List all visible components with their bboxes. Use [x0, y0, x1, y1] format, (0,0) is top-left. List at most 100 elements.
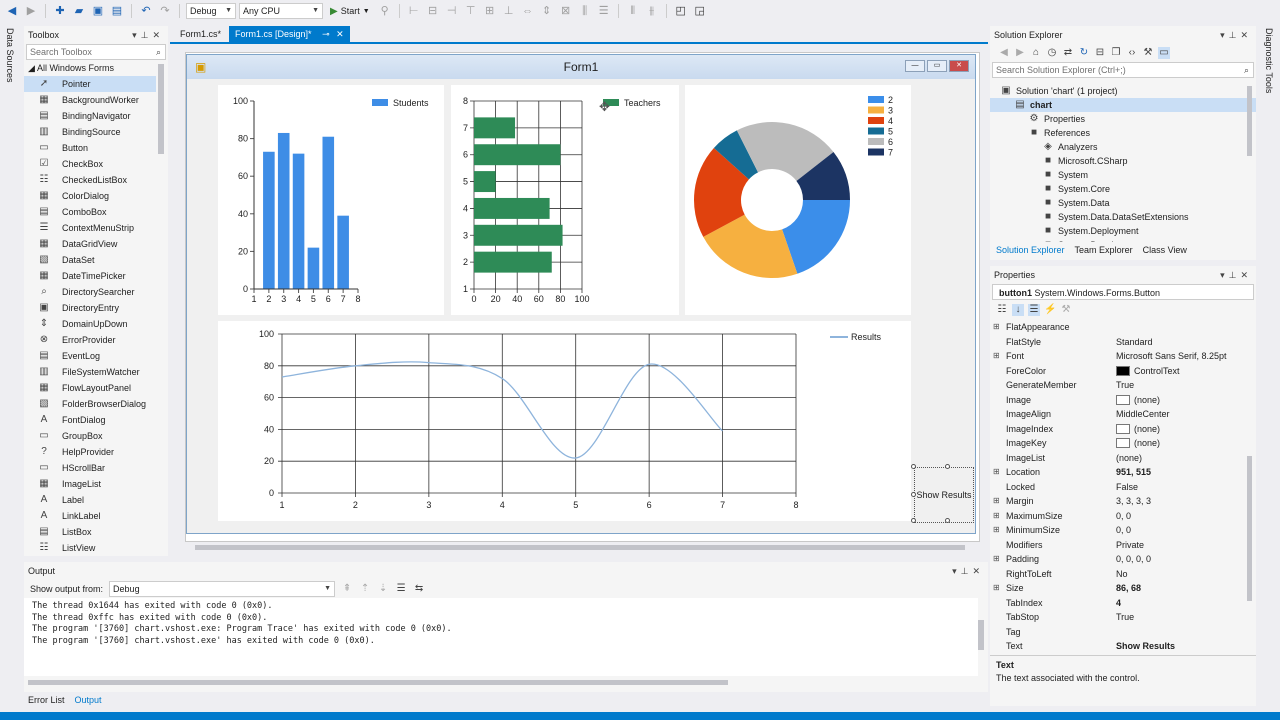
close-icon[interactable]: ✕ [949, 60, 969, 72]
tree-item[interactable]: ■ References [990, 126, 1256, 140]
make-same-size-icon[interactable]: ⊠ [558, 3, 574, 19]
form1-window[interactable]: ▣ Form1 — ▭ ✕ 0 20 40 60 80 100 1 2 3 4 5 6 7 8 Studen… [186, 54, 976, 534]
close-icon[interactable]: ✕ [972, 566, 984, 576]
results-chart[interactable]: 1 2 3 4 5 6 7 8 0 20 40 60 80 100 Results [218, 321, 911, 521]
resize-handle[interactable] [945, 518, 950, 523]
solution-search-input[interactable]: Search Solution Explorer (Ctrl+;) ⌕ [992, 62, 1254, 78]
center-horizontally-icon[interactable]: ⫴ [625, 3, 641, 19]
align-tops-icon[interactable]: ⊤ [463, 3, 479, 19]
property-row[interactable]: Tag [990, 625, 1256, 640]
toolbox-item[interactable]: ▤ ComboBox [24, 204, 156, 220]
property-value[interactable]: (none) [1116, 393, 1256, 408]
toolbox-item[interactable]: ▧ DataSet [24, 252, 156, 268]
tab-output[interactable]: Output [75, 695, 102, 705]
toolbox-item[interactable]: ▧ FolderBrowserDialog [24, 396, 156, 412]
toolbox-item[interactable]: A Label [24, 492, 156, 508]
solution-scrollbar[interactable] [1247, 86, 1252, 156]
property-value[interactable] [1116, 320, 1256, 335]
property-row[interactable]: ImageKey (none) [990, 436, 1256, 451]
properties-scrollbar[interactable] [1247, 456, 1252, 601]
pin-icon[interactable]: ⊸ [322, 29, 330, 39]
property-value[interactable]: 4 [1116, 596, 1256, 611]
toolbox-item[interactable]: A FontDialog [24, 412, 156, 428]
expand-icon[interactable]: ⊞ [993, 581, 1000, 596]
property-row[interactable]: FlatStyle Standard [990, 335, 1256, 350]
property-value[interactable]: MiddleCenter [1116, 407, 1256, 422]
property-pages-icon[interactable]: ⚒ [1060, 304, 1072, 316]
toolbox-item[interactable]: ▦ ColorDialog [24, 188, 156, 204]
pin-icon[interactable]: ⊥ [141, 30, 153, 40]
property-row[interactable]: Modifiers Private [990, 538, 1256, 553]
align-middles-icon[interactable]: ⊞ [482, 3, 498, 19]
back-icon[interactable]: ◀ [4, 3, 20, 19]
refresh-icon[interactable]: ↻ [1078, 47, 1090, 59]
toolbox-group-header[interactable]: ◢ All Windows Forms [24, 60, 168, 76]
toolbox-item[interactable]: ☑ CheckBox [24, 156, 156, 172]
toolbox-item[interactable]: ▤ BindingNavigator [24, 108, 156, 124]
property-row[interactable]: TabStop True [990, 610, 1256, 625]
open-folder-icon[interactable]: ▰ [71, 3, 87, 19]
property-row[interactable]: ⊞ MaximumSize 0, 0 [990, 509, 1256, 524]
property-row[interactable]: ⊞ MinimumSize 0, 0 [990, 523, 1256, 538]
property-value[interactable]: Private [1116, 538, 1256, 553]
resize-handle[interactable] [911, 464, 916, 469]
close-icon[interactable]: ✕ [336, 29, 344, 39]
maximize-icon[interactable]: ▭ [927, 60, 947, 72]
property-row[interactable]: ImageIndex (none) [990, 422, 1256, 437]
attach-icon[interactable]: ⚲ [377, 3, 393, 19]
property-value[interactable]: Standard [1116, 335, 1256, 350]
object-selector[interactable]: button1 System.Windows.Forms.Button [992, 284, 1254, 300]
output-vscrollbar[interactable] [978, 620, 984, 650]
tab-class-view[interactable]: Class View [1143, 242, 1187, 258]
property-value[interactable]: 0, 0 [1116, 523, 1256, 538]
forward-icon[interactable]: ▶ [23, 3, 39, 19]
tree-item[interactable]: ⚙ Properties [990, 112, 1256, 126]
property-value[interactable]: 3, 3, 3, 3 [1116, 494, 1256, 509]
property-row[interactable]: Image (none) [990, 393, 1256, 408]
property-value[interactable] [1116, 625, 1256, 640]
clear-all-icon[interactable]: ☰ [395, 583, 407, 595]
make-same-height-icon[interactable]: ⇕ [539, 3, 555, 19]
tree-item[interactable]: ■ System.Data [990, 196, 1256, 210]
property-value[interactable]: False [1116, 480, 1256, 495]
output-source-dropdown[interactable]: Debug ▼ [109, 581, 336, 597]
property-row[interactable]: ⊞ FlatAppearance [990, 320, 1256, 335]
property-row[interactable]: Text Show Results [990, 639, 1256, 654]
expand-icon[interactable]: ⊞ [993, 465, 1000, 480]
alphabetical-icon[interactable]: ↓ [1012, 304, 1024, 316]
tree-item[interactable]: ■ System.Core [990, 182, 1256, 196]
forward-icon[interactable]: ▶ [1014, 47, 1026, 59]
property-value[interactable]: 86, 68 [1116, 581, 1256, 596]
dropdown-icon[interactable]: ▾ [1220, 270, 1229, 280]
tree-item[interactable]: ■ System [990, 168, 1256, 182]
resize-handle[interactable] [945, 464, 950, 469]
output-log[interactable]: The thread 0x1644 has exited with code 0… [24, 598, 978, 676]
close-icon[interactable]: ✕ [1240, 30, 1252, 40]
expand-icon[interactable]: ⊞ [993, 349, 1000, 364]
pin-icon[interactable]: ⊥ [1229, 270, 1241, 280]
toolbox-item[interactable]: ⇕ DomainUpDown [24, 316, 156, 332]
search-icon[interactable]: ⌕ [1244, 63, 1249, 77]
solution-platform-dropdown[interactable]: Any CPU ▼ [239, 3, 323, 19]
close-icon[interactable]: ✕ [152, 30, 164, 40]
align-bottoms-icon[interactable]: ⊥ [501, 3, 517, 19]
teachers-chart[interactable]: 0 20 40 60 80 100 1 2 3 4 5 6 7 8 Teachers ✥ [451, 85, 679, 315]
view-code-icon[interactable]: ‹› [1126, 47, 1138, 59]
align-lefts-icon[interactable]: ⊢ [406, 3, 422, 19]
back-icon[interactable]: ◀ [998, 47, 1010, 59]
toolbox-item[interactable]: ➚ Pointer [24, 76, 156, 92]
tab-form1-design[interactable]: Form1.cs [Design]* ⊸ ✕ [229, 26, 350, 42]
toolbox-item[interactable]: ▥ BindingSource [24, 124, 156, 140]
toolbox-item[interactable]: ▤ ListBox [24, 524, 156, 540]
horizontal-spacing-icon[interactable]: ⫼ [577, 3, 593, 19]
toolbox-item[interactable]: ▣ DirectoryEntry [24, 300, 156, 316]
tree-item[interactable]: ■ System.Data.DataSetExtensions [990, 210, 1256, 224]
tree-item[interactable]: ▤ chart [990, 98, 1256, 112]
toolbox-item[interactable]: ▦ DataGridView [24, 236, 156, 252]
tab-error-list[interactable]: Error List [28, 695, 65, 705]
vertical-spacing-icon[interactable]: ☰ [596, 3, 612, 19]
property-row[interactable]: ForeColor ControlText [990, 364, 1256, 379]
tree-item[interactable]: ■ Microsoft.CSharp [990, 154, 1256, 168]
resize-handle[interactable] [911, 492, 916, 497]
dropdown-icon[interactable]: ▾ [132, 30, 141, 40]
